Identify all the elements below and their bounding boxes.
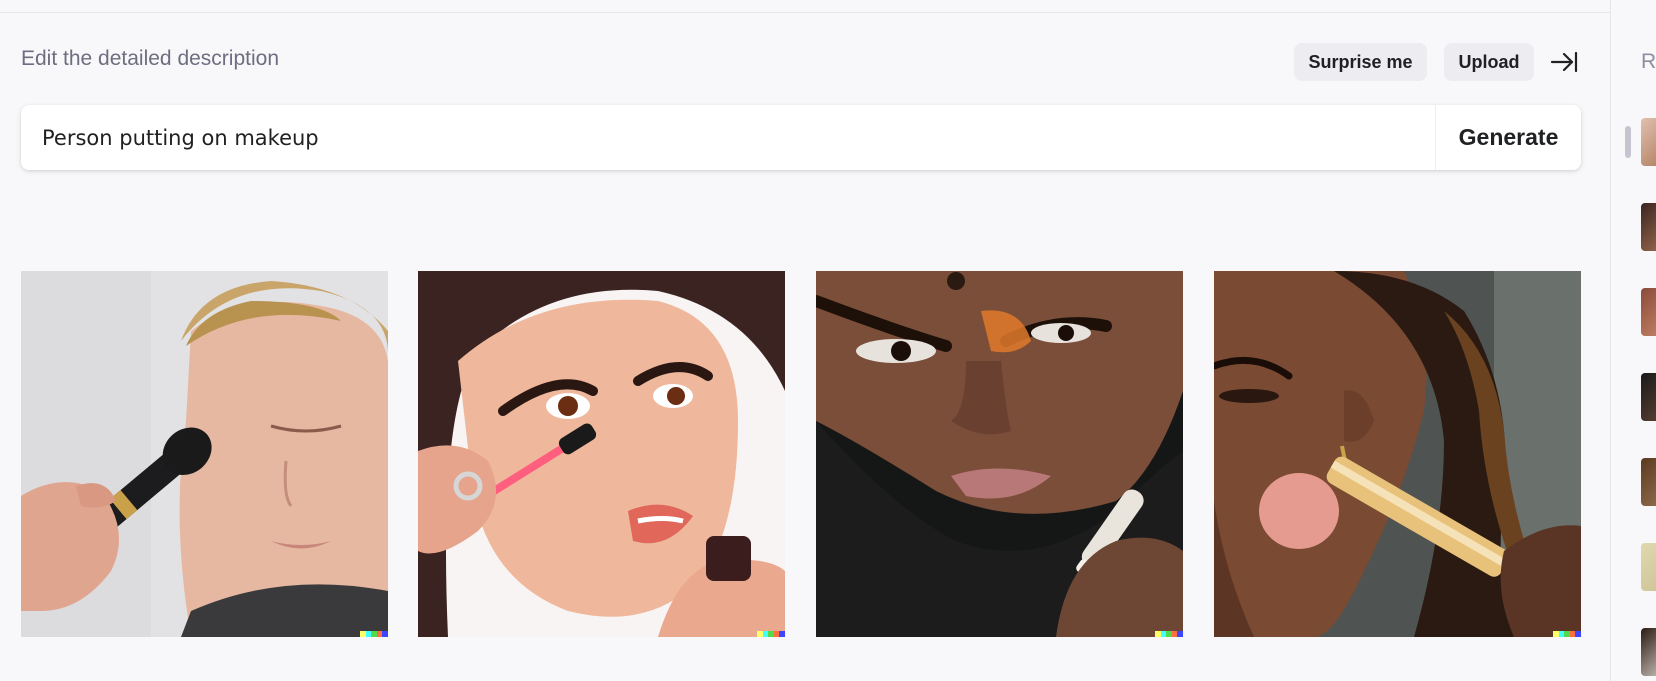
result-image-2[interactable] xyxy=(418,271,785,637)
history-thumbnail[interactable] xyxy=(1641,543,1656,591)
result-image-4-picture xyxy=(1214,271,1581,637)
upload-button[interactable]: Upload xyxy=(1444,43,1534,81)
history-thumbnail[interactable] xyxy=(1641,373,1656,421)
top-divider xyxy=(0,0,1610,13)
history-thumbnail[interactable] xyxy=(1641,203,1656,251)
generate-button[interactable]: Generate xyxy=(1436,105,1581,170)
history-thumbnail[interactable] xyxy=(1641,458,1656,506)
surprise-me-button[interactable]: Surprise me xyxy=(1294,43,1427,81)
prompt-bar: Generate xyxy=(21,105,1581,170)
history-thumbnail[interactable] xyxy=(1641,118,1656,166)
result-image-4[interactable] xyxy=(1214,271,1581,637)
collapse-right-icon[interactable] xyxy=(1549,49,1579,75)
signature-stripe xyxy=(1553,631,1581,637)
history-scrollbar[interactable] xyxy=(1625,126,1631,158)
result-image-1[interactable] xyxy=(21,271,388,637)
history-thumbnail[interactable] xyxy=(1641,628,1656,676)
result-image-3-picture xyxy=(816,271,1183,637)
result-image-1-picture xyxy=(21,271,388,637)
prompt-input[interactable] xyxy=(21,105,1431,170)
editor-header: Edit the detailed description Surprise m… xyxy=(21,43,1581,83)
signature-stripe xyxy=(757,631,785,637)
signature-stripe xyxy=(1155,631,1183,637)
history-panel: R xyxy=(1610,0,1656,681)
editor-main: Edit the detailed description Surprise m… xyxy=(0,13,1610,681)
result-image-3[interactable] xyxy=(816,271,1183,637)
result-image-2-picture xyxy=(418,271,785,637)
description-label: Edit the detailed description xyxy=(21,47,279,70)
history-thumbnail[interactable] xyxy=(1641,288,1656,336)
history-panel-label: R xyxy=(1641,50,1656,73)
signature-stripe xyxy=(360,631,388,637)
